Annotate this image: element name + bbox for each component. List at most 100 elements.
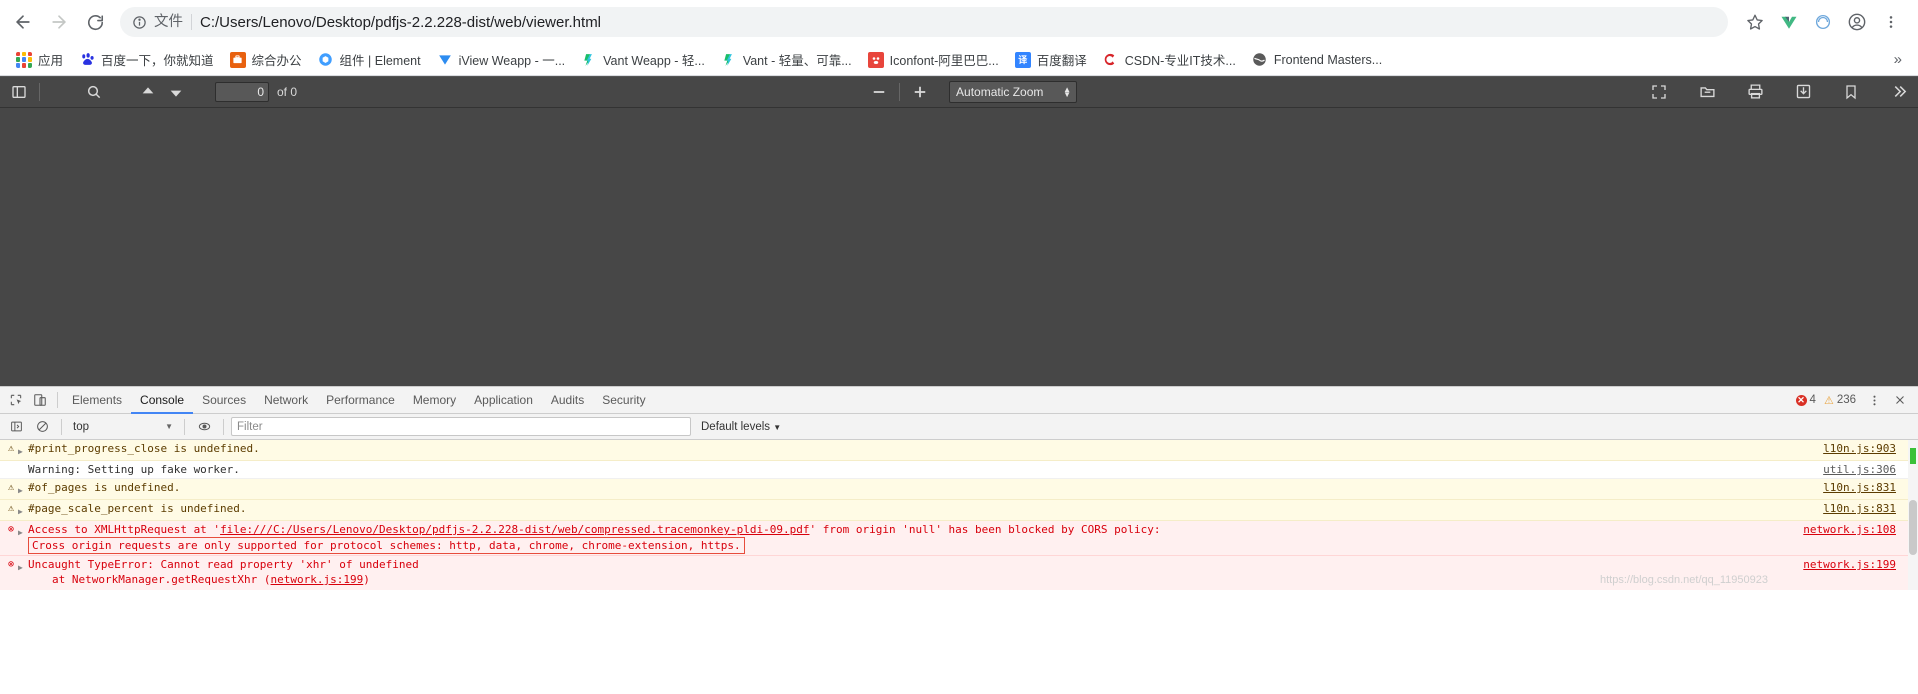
extension-icon [1815,14,1831,30]
previous-page-button[interactable] [135,80,161,104]
console-messages[interactable]: ⚠ ▶ #print_progress_close is undefined. … [0,440,1918,590]
bookmark-baidu[interactable]: 百度一下，你就知道 [71,46,222,73]
tab-application[interactable]: Application [465,387,542,414]
presentation-mode-button[interactable] [1646,80,1672,104]
stack-frame-location[interactable]: network.js:199 [271,573,364,586]
pdf-viewer: of 0 Automatic Zoom ▲▼ [0,76,1918,386]
devtools-more-button[interactable] [1862,388,1886,412]
inspect-element-button[interactable] [4,388,28,412]
console-message-source[interactable]: util.js:306 [1823,462,1896,477]
tab-sources[interactable]: Sources [193,387,255,414]
tab-elements[interactable]: Elements [63,387,131,414]
next-page-button[interactable] [163,80,189,104]
pdf-page-area[interactable] [0,108,1918,386]
stack-frame-location[interactable]: network.js:301 [430,588,523,590]
console-message-row[interactable]: Warning: Setting up fake worker. util.js… [0,461,1918,479]
devtools-panel: Elements Console Sources Network Perform… [0,386,1918,590]
console-sidebar-button[interactable] [4,415,28,439]
device-toolbar-button[interactable] [28,388,52,412]
console-message-source[interactable]: l10n.js:903 [1823,441,1896,456]
bookmarks-bar: 应用 百度一下，你就知道 综合办公 组件 | Element iView Wea [0,44,1918,76]
console-message-row[interactable]: ⚠ ▶ #page_scale_percent is undefined. l1… [0,500,1918,521]
tab-audits[interactable]: Audits [542,387,593,414]
console-filter-input[interactable] [231,417,691,436]
bookmark-label: Frontend Masters... [1273,52,1383,67]
navigation-bar: 文件 C:/Users/Lenovo/Desktop/pdfjs-2.2.228… [0,0,1918,44]
console-message-source[interactable]: network.js:199 [1803,557,1896,572]
bookmark-office[interactable]: 综合办公 [222,46,310,73]
console-message-source[interactable]: l10n.js:831 [1823,501,1896,516]
zoom-level-select[interactable]: Automatic Zoom ▲ ▼ [949,80,1078,103]
tab-performance[interactable]: Performance [317,387,404,414]
console-message-row[interactable]: ⚠ ▶ #print_progress_close is undefined. … [0,440,1918,461]
open-file-button[interactable] [1694,80,1720,104]
chrome-menu-button[interactable] [1874,5,1908,39]
expand-arrow-icon[interactable]: ▶ [18,522,28,540]
expand-arrow-icon[interactable]: ▶ [18,441,28,459]
print-button[interactable] [1742,80,1768,104]
sidebar-toggle-button[interactable] [6,80,32,104]
execution-context-value: top [73,420,89,433]
live-expression-button[interactable] [192,415,216,439]
bookmark-star-button[interactable] [1738,5,1772,39]
tab-console[interactable]: Console [131,387,193,414]
warning-icon: ⚠ [7,482,15,493]
profile-button[interactable] [1840,5,1874,39]
download-button[interactable] [1790,80,1816,104]
console-scrollbar-thumb[interactable] [1909,500,1917,555]
vue-devtools-icon [1781,16,1797,29]
find-button[interactable] [81,80,107,104]
blocked-file-url[interactable]: file:///C:/Users/Lenovo/Desktop/pdfjs-2.… [220,523,809,536]
bookmark-label: Vant - 轻量、可靠... [742,54,852,68]
execution-context-select[interactable]: top ▼ [69,417,177,436]
vue-devtools-extension-button[interactable] [1772,5,1806,39]
devtools-close-button[interactable] [1888,388,1912,412]
devtools-tabbar-right: ✕ 4 ⚠ 236 [1792,388,1914,412]
expand-arrow-icon[interactable]: ▶ [18,480,28,498]
bookmark-csdn[interactable]: CSDN-专业IT技术... [1095,46,1244,73]
bookmark-element[interactable]: 组件 | Element [310,46,429,73]
console-message-row[interactable]: ⊗ ▶ Access to XMLHttpRequest at 'file://… [0,521,1918,556]
filterbar-divider-1 [61,418,62,435]
toolbar-divider [39,82,40,101]
page-number-input[interactable] [215,81,269,102]
bookmarks-overflow-button[interactable]: » [1886,49,1910,70]
console-message-source[interactable]: l10n.js:831 [1823,480,1896,495]
back-button[interactable] [6,5,40,39]
bookmark-baidu-fanyi[interactable]: 译 百度翻译 [1007,46,1095,73]
extension-button[interactable] [1806,5,1840,39]
log-levels-dropdown[interactable]: Default levels ▼ [693,421,789,433]
log-levels-label: Default levels [701,420,771,433]
reload-button[interactable] [78,5,112,39]
bookmark-iconfont[interactable]: Iconfont-阿里巴巴... [860,46,1007,73]
bookmark-iview-weapp[interactable]: iView Weapp - 一... [429,46,574,73]
download-icon [1796,84,1810,99]
expand-arrow-icon[interactable]: ▶ [18,501,28,519]
bookmark-vant-weapp[interactable]: Vant Weapp - 轻... [573,46,713,73]
chevron-down-icon: ▼ [773,422,782,432]
device-toolbar-icon [34,394,46,406]
address-bar[interactable]: 文件 C:/Users/Lenovo/Desktop/pdfjs-2.2.228… [120,7,1728,37]
zoom-out-button[interactable] [866,80,892,104]
print-icon [1747,84,1763,99]
forward-button[interactable] [42,5,76,39]
console-message-source[interactable]: network.js:108 [1803,522,1896,537]
issue-counts[interactable]: ✕ 4 ⚠ 236 [1792,394,1860,407]
bookmark-apps[interactable]: 应用 [8,46,71,73]
tab-network[interactable]: Network [255,387,317,414]
bookmark-frontend-masters[interactable]: Frontend Masters... [1244,48,1390,72]
page-count-label: of 0 [277,84,298,99]
bookmark-vant[interactable]: Vant - 轻量、可靠... [713,46,860,73]
expand-arrow-icon[interactable]: ▶ [18,557,28,575]
zoom-in-button[interactable] [907,80,933,104]
tab-memory[interactable]: Memory [404,387,465,414]
double-chevron-right-icon [1894,85,1906,98]
tab-security[interactable]: Security [593,387,654,414]
vant-icon [581,52,597,68]
bookmark-page-button[interactable] [1838,80,1864,104]
console-message-row[interactable]: ⚠ ▶ #of_pages is undefined. l10n.js:831 [0,479,1918,500]
clear-console-button[interactable] [30,415,54,439]
secondary-toolbar-toggle[interactable] [1886,80,1912,104]
bookmark-label: 百度一下，你就知道 [101,54,214,68]
info-circle-icon[interactable] [132,15,147,30]
